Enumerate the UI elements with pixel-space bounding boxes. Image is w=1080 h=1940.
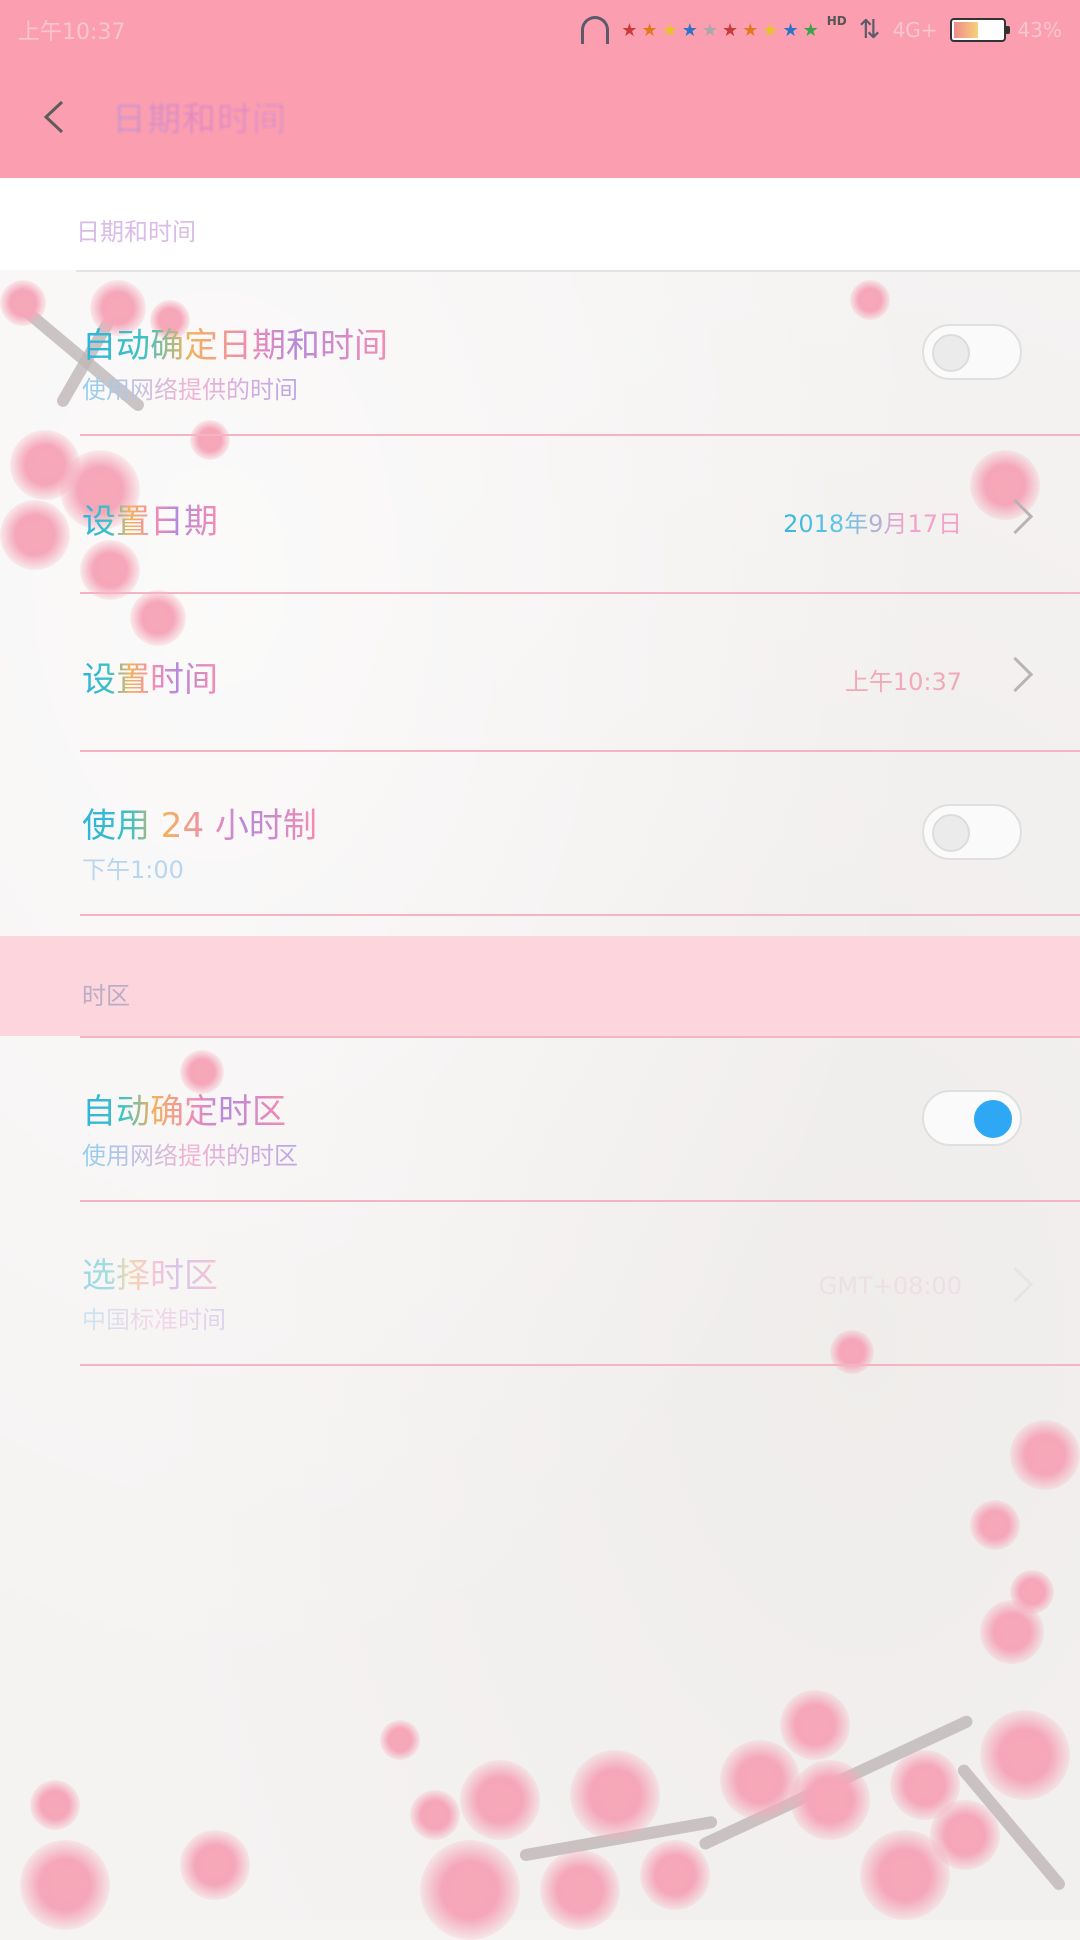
setting-title: 自动确定时区: [82, 1084, 286, 1133]
setting-subtitle: 中国标准时间: [82, 1300, 226, 1335]
chevron-left-icon[interactable]: [36, 98, 74, 136]
chevron-right-icon: [997, 498, 1034, 535]
setting-auto-datetime[interactable]: 自动确定日期和时间 使用网络提供的时间: [0, 272, 1080, 434]
setting-title: 选择时区: [82, 1248, 218, 1297]
setting-set-time[interactable]: 设置时间 上午10:37: [0, 594, 1080, 750]
star-decoration-icon: ★ ★ ★ ★ ★ ★ ★ ★ ★ ★: [621, 19, 819, 41]
24-hour-toggle[interactable]: [922, 804, 1022, 860]
setting-set-date[interactable]: 设置日期 2018年9月17日: [0, 436, 1080, 592]
battery-percent: 43%: [1017, 18, 1062, 42]
setting-subtitle: 使用网络提供的时间: [82, 370, 298, 405]
setting-title: 设置时间: [82, 652, 218, 701]
date-value: 2018年9月17日: [783, 504, 962, 539]
setting-24-hour[interactable]: 使用 24 小时制 下午1:00: [0, 752, 1080, 914]
time-value: 上午10:37: [844, 668, 962, 696]
setting-auto-timezone[interactable]: 自动确定时区 使用网络提供的时区: [0, 1038, 1080, 1200]
section-header-date-time: 日期和时间: [0, 178, 1080, 270]
chevron-right-icon: [997, 1266, 1034, 1303]
setting-select-timezone: 选择时区 中国标准时间 GMT+08:00: [0, 1202, 1080, 1364]
app-bar: 日期和时间: [0, 58, 1080, 178]
setting-title: 自动确定日期和时间: [82, 318, 388, 367]
chevron-right-icon: [997, 656, 1034, 693]
auto-datetime-toggle[interactable]: [922, 324, 1022, 380]
auto-timezone-toggle[interactable]: [922, 1090, 1022, 1146]
status-bar: 上午10:37 ★ ★ ★ ★ ★ ★ ★ ★ ★ ★ HD ⇅ 4G+ 43%: [0, 0, 1080, 58]
battery-icon: [949, 18, 1010, 42]
setting-subtitle: 使用网络提供的时区: [82, 1136, 298, 1171]
status-time: 上午10:37: [18, 20, 126, 45]
network-type: 4G+: [892, 18, 938, 42]
setting-title: 使用 24 小时制: [82, 798, 317, 847]
section-header-timezone: 时区: [0, 936, 1080, 1036]
section-label: 日期和时间: [76, 218, 196, 246]
timezone-value: GMT+08:00: [818, 1272, 962, 1300]
hd-label: HD: [826, 14, 847, 28]
signal-arrows-icon: ⇅: [858, 15, 881, 45]
section-label: 时区: [82, 982, 130, 1010]
headset-icon: [581, 16, 610, 44]
page-title: 日期和时间: [112, 92, 287, 141]
setting-title: 设置日期: [82, 494, 218, 543]
setting-subtitle: 下午1:00: [82, 856, 184, 884]
